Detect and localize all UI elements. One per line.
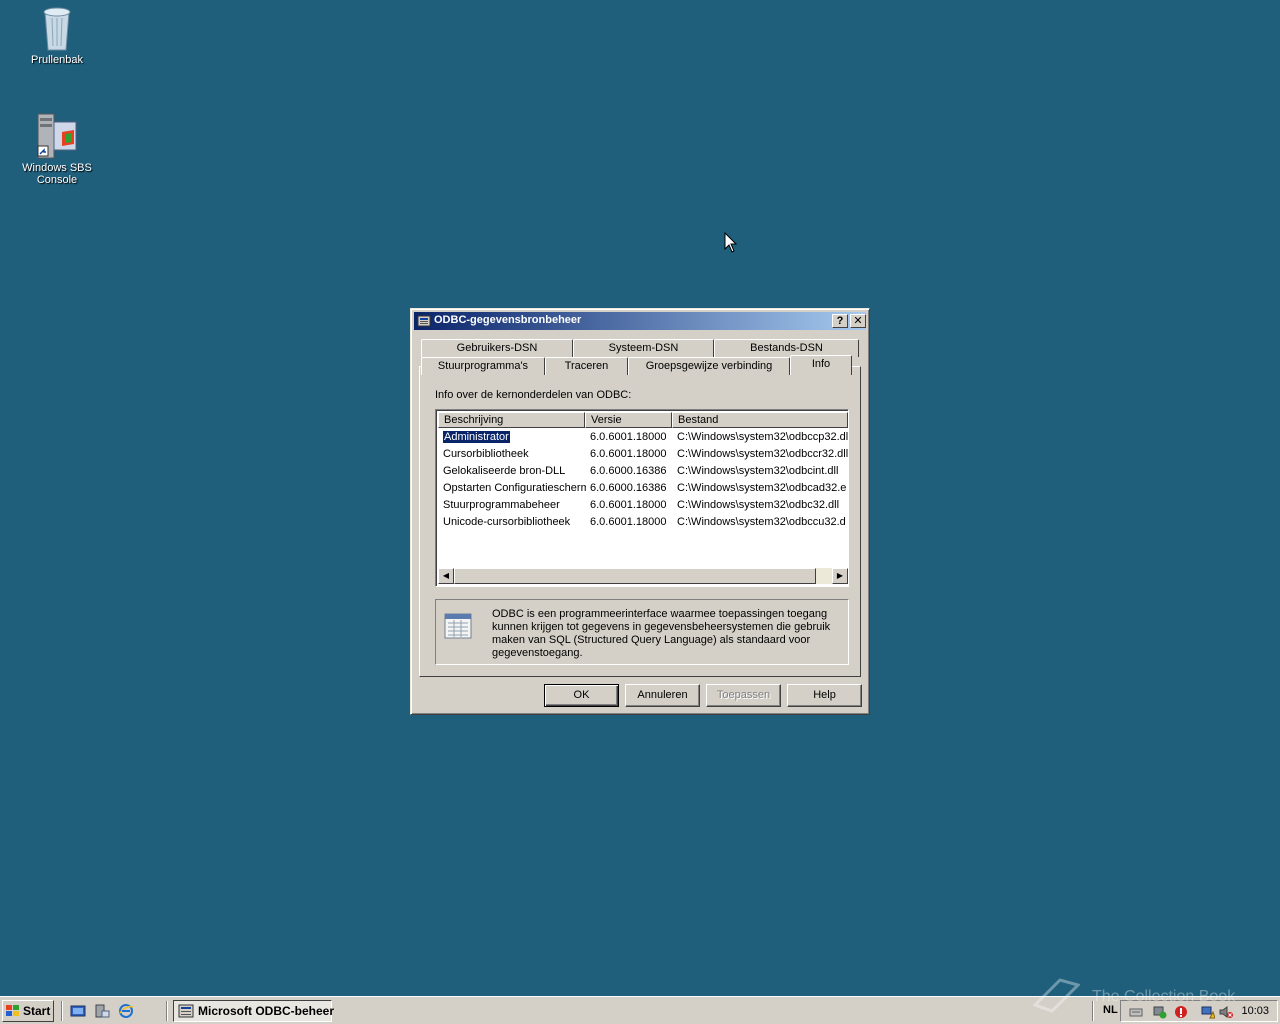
- panel-label: Info over de kernonderdelen van ODBC:: [435, 389, 632, 401]
- row-description: Unicode-cursorbibliotheek: [443, 516, 571, 528]
- dialog-title: ODBC-gegevensbronbeheer: [434, 314, 582, 326]
- row-file: C:\Windows\system32\odbccp32.dl: [677, 431, 848, 443]
- watermark: The Collection Book: [1030, 975, 1260, 1015]
- ok-label: OK: [573, 689, 590, 701]
- table-row[interactable]: Stuurprogrammabeheer 6.0.6001.18000 C:\W…: [438, 497, 848, 514]
- row-description: Stuurprogrammabeheer: [443, 499, 560, 511]
- table-row[interactable]: Gelokaliseerde bron-DLL 6.0.6000.16386 C…: [438, 463, 848, 480]
- show-desktop-icon[interactable]: [70, 1003, 86, 1019]
- mouse-cursor-icon: [724, 232, 738, 253]
- start-button[interactable]: Start: [2, 1000, 54, 1022]
- row-description: Cursorbibliotheek: [443, 448, 529, 460]
- row-description: Opstarten Configuratiescherm: [443, 482, 586, 494]
- odbc-app-icon: [417, 315, 431, 327]
- book-logo-icon: [1032, 978, 1080, 1013]
- help-title-button[interactable]: ?: [832, 314, 848, 328]
- dialog-titlebar[interactable]: ODBC-gegevensbronbeheer ? ✕: [414, 312, 866, 330]
- desktop-icon-sbs-console[interactable]: Windows SBS Console: [1, 112, 113, 186]
- taskbar-button-odbc[interactable]: Microsoft ODBC-beheer: [173, 1000, 335, 1022]
- list-header: Beschrijving Versie Bestand: [438, 412, 848, 428]
- row-file: C:\Windows\system32\odbcad32.e: [677, 482, 847, 494]
- scroll-thumb[interactable]: [454, 568, 816, 584]
- tabs-front-row: Stuurprogramma's Traceren Groepsgewijze …: [421, 355, 861, 375]
- table-row[interactable]: Cursorbibliotheek 6.0.6001.18000 C:\Wind…: [438, 446, 848, 463]
- row-version: 6.0.6000.16386: [590, 465, 667, 477]
- start-label: Start: [23, 1004, 51, 1018]
- table-row[interactable]: Opstarten Configuratiescherm 6.0.6000.16…: [438, 480, 848, 497]
- row-version: 6.0.6001.18000: [590, 516, 667, 528]
- scroll-right-icon[interactable]: ▶: [832, 568, 848, 584]
- desktop-icon-recycle-bin[interactable]: Prullenbak: [1, 4, 113, 66]
- apply-button[interactable]: Toepassen: [706, 684, 781, 707]
- table-row[interactable]: Administrator 6.0.6001.18000 C:\Windows\…: [438, 429, 848, 446]
- odbc-description: ODBC is een programmeerinterface waarmee…: [492, 608, 831, 659]
- row-version: 6.0.6001.18000: [590, 431, 667, 443]
- taskbar-button-label: Microsoft ODBC-beheer: [198, 1004, 335, 1018]
- tab-panel-info: Info over de kernonderdelen van ODBC: Be…: [419, 366, 861, 677]
- ok-button[interactable]: OK: [544, 684, 619, 707]
- desktop-icon-label: Prullenbak: [31, 54, 83, 66]
- taskbar-separator: [166, 1001, 168, 1021]
- cancel-button[interactable]: Annuleren: [625, 684, 700, 707]
- desktop-icon-label: Windows SBS Console: [22, 162, 92, 186]
- odbc-app-icon: [178, 1004, 194, 1018]
- column-header-version[interactable]: Versie: [585, 412, 672, 428]
- row-version: 6.0.6001.18000: [590, 448, 667, 460]
- tab-user-dsn[interactable]: Gebruikers-DSN: [421, 339, 573, 357]
- help-button[interactable]: Help: [787, 684, 862, 707]
- column-header-file[interactable]: Bestand: [672, 412, 848, 428]
- row-description: Administrator: [442, 430, 511, 444]
- tab-system-dsn[interactable]: Systeem-DSN: [573, 339, 714, 357]
- server-manager-icon[interactable]: [94, 1003, 110, 1019]
- tab-tracing[interactable]: Traceren: [545, 357, 628, 375]
- horizontal-scrollbar[interactable]: ◀ ▶: [438, 568, 848, 584]
- tab-drivers[interactable]: Stuurprogramma's: [421, 357, 545, 375]
- cancel-label: Annuleren: [637, 689, 688, 701]
- recycle-bin-icon: [43, 7, 71, 51]
- row-file: C:\Windows\system32\odbccu32.d: [677, 516, 846, 528]
- row-file: C:\Windows\system32\odbc32.dll: [677, 499, 840, 511]
- odbc-dialog: ODBC-gegevensbronbeheer ? ✕ Gebruikers-D…: [410, 308, 870, 715]
- info-description-box: ODBC is een programmeerinterface waarmee…: [435, 599, 849, 665]
- apply-label: Toepassen: [716, 689, 771, 701]
- tab-info[interactable]: Info: [790, 355, 852, 375]
- odbc-info-icon: [444, 613, 472, 639]
- row-file: C:\Windows\system32\odbcint.dll: [677, 465, 839, 477]
- internet-explorer-icon[interactable]: [118, 1003, 134, 1019]
- row-description: Gelokaliseerde bron-DLL: [443, 465, 566, 477]
- scroll-left-icon[interactable]: ◀: [438, 568, 454, 584]
- help-label: Help: [813, 689, 836, 701]
- table-row[interactable]: Unicode-cursorbibliotheek 6.0.6001.18000…: [438, 514, 848, 531]
- close-button[interactable]: ✕: [850, 314, 866, 328]
- row-version: 6.0.6000.16386: [590, 482, 667, 494]
- components-list[interactable]: Beschrijving Versie Bestand Administrato…: [435, 409, 849, 587]
- column-header-description[interactable]: Beschrijving: [438, 412, 585, 428]
- row-version: 6.0.6001.18000: [590, 499, 667, 511]
- server-console-icon: [37, 113, 77, 159]
- windows-logo-icon: [6, 1005, 19, 1016]
- row-file: C:\Windows\system32\odbccr32.dll: [677, 448, 848, 460]
- taskbar-separator: [61, 1001, 63, 1021]
- watermark-text: The Collection Book: [1092, 988, 1236, 1005]
- tab-connection-pooling[interactable]: Groepsgewijze verbinding: [628, 357, 790, 375]
